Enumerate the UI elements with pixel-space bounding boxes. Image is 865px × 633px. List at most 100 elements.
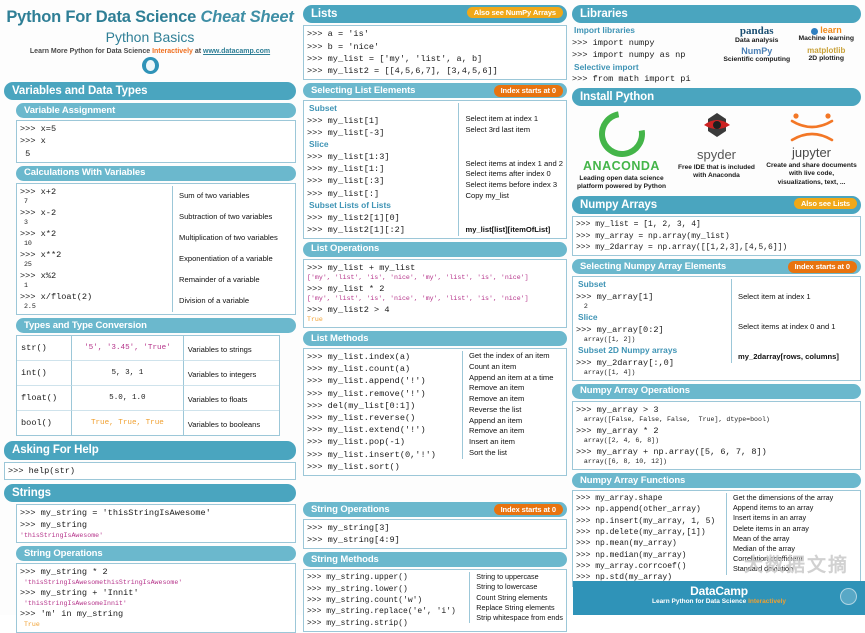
code-output: array([2, 4, 6, 8])	[576, 437, 660, 445]
library-item: matplotlib 2D plotting	[792, 46, 862, 63]
code-line: >>> my_list * 2	[307, 283, 385, 294]
page-title: Python For Data Science Cheat Sheet	[4, 8, 296, 27]
string-operations-label: String Operations	[311, 503, 390, 515]
code-output: 'thisStringIsAwesome'	[20, 531, 104, 539]
calc-code-cell: >>> x*2 10	[20, 228, 172, 249]
install-caption: Free IDE that is included with Anaconda	[678, 163, 755, 180]
item-description: Reverse the list	[469, 404, 522, 414]
section-strings: Strings	[4, 483, 296, 503]
item-description: Remove an item	[469, 394, 525, 404]
subsection-string-operations: String Operations	[16, 546, 296, 562]
code-output: True	[307, 316, 323, 324]
section-numpy-arrays: Numpy Arrays Also see Lists	[572, 196, 861, 215]
table-row: >>> x-2 3 Subtraction of two variables	[20, 206, 292, 228]
matplotlib-logo-icon: matplotlib	[807, 46, 846, 56]
item-description: Select items after index 0	[465, 169, 551, 179]
code-output: 2	[576, 303, 588, 311]
code-line: >>> help(str)	[8, 465, 76, 476]
calc-code-cell: >>> x/float(2) 2.5	[20, 291, 172, 312]
numpy-arrays-code: >>> my_list = [1, 2, 3, 4] >>> my_array …	[572, 216, 861, 257]
numpy-arrays-label: Numpy Arrays	[580, 199, 657, 212]
selecting-list-elements-table: Subset >>> my_list[1] >>> my_list[-3] Sl…	[303, 100, 567, 239]
code-line: >>> x	[20, 136, 46, 147]
code-line: >>> my_list.extend('!')	[307, 425, 426, 436]
code-line: >>> my_array * 2	[576, 425, 659, 436]
code-output: 5	[20, 148, 31, 159]
string-operations-mid-code: >>> my_string[3] >>> my_string[4:9]	[303, 518, 567, 550]
code-line: >>> x*2	[20, 228, 57, 239]
code-line: >>> import numpy as np	[572, 50, 686, 61]
library-caption: Scientific computing	[723, 56, 791, 64]
calc-description: Remainder of a variable	[179, 275, 260, 285]
subsection-selecting-list-elements: Selecting List Elements Index starts at …	[303, 83, 567, 99]
code-line: >>> my_array.shape	[576, 493, 663, 503]
section-asking-for-help: Asking For Help	[4, 441, 296, 460]
right-column: Libraries Import libraries >>> import nu…	[570, 0, 865, 615]
calc-description: Exponentiation of a variable	[179, 254, 273, 264]
string-methods-table: >>> my_string.upper() >>> my_string.lowe…	[303, 569, 567, 632]
type-value-cell: 5.0, 1.0	[72, 386, 184, 412]
code-line: >>> my_string * 2	[20, 567, 108, 578]
code-output: True	[20, 620, 40, 628]
code-line: >>> my_string.replace('e', 'i')	[307, 607, 456, 617]
calc-desc-cell: Division of a variable	[172, 291, 292, 313]
tagline-part-1: Learn More Python for Data Science	[29, 48, 153, 55]
item-description: Insert an item	[469, 437, 516, 447]
tagline-interactively: Interactively	[152, 48, 193, 55]
selecting-desc-col: Select item at index 1 Select 3rd last i…	[458, 103, 563, 236]
subsection-selecting-numpy-array-elements: Selecting Numpy Array Elements Index sta…	[572, 259, 861, 275]
code-line: >>> my_array.corrcoef()	[576, 562, 687, 572]
subsection-list-operations: List Operations	[303, 241, 567, 257]
numpy-logo-icon: NumPy	[741, 46, 773, 57]
footer-brand: DataCamp	[690, 584, 748, 598]
code-output: array([1, 2])	[576, 336, 636, 344]
code-line: >>> my_list.reverse()	[307, 413, 416, 424]
numpy-select-code-col: Subset >>> my_array[1] 2 Slice >>> my_ar…	[576, 279, 731, 378]
libraries-imports: Import libraries >>> import numpy >>> im…	[572, 25, 722, 85]
item-description: Select items at index 0 and 1	[738, 322, 836, 332]
item-description: Remove an item	[469, 383, 525, 393]
table-row: >>> x+2 7 Sum of two variables	[20, 185, 292, 207]
list-methods-table: >>> my_list.index(a) >>> my_list.count(a…	[303, 348, 567, 477]
code-line: >>> my_list = [1, 2, 3, 4]	[576, 220, 701, 230]
item-description: Select item at index 1	[465, 114, 539, 124]
section-lists: Lists Also see NumPy Arrays	[303, 5, 567, 24]
code-line: >>> my_array + np.array([5, 6, 7, 8])	[576, 446, 767, 457]
code-line: >>> x**2	[20, 250, 62, 261]
library-caption: Data analysis	[735, 37, 779, 45]
code-line: >>> my_string[4:9]	[307, 535, 400, 546]
datacamp-badge-icon	[840, 588, 857, 605]
code-output: 'thisStringIsAwesomeInnit'	[20, 599, 127, 607]
item-description: my_2darray[rows, columns]	[738, 351, 839, 361]
type-desc-cell: Variables to booleans	[184, 411, 279, 435]
code-line: >>> my_array = np.array(my_list)	[576, 231, 730, 241]
libraries-logos: pandas Data analysis learn Machine learn…	[722, 25, 861, 85]
selecting-numpy-table: Subset >>> my_array[1] 2 Slice >>> my_ar…	[572, 276, 861, 381]
footer-slogan-text: Learn Python for Data Science	[651, 598, 749, 605]
datacamp-link[interactable]: www.datacamp.com	[203, 48, 270, 55]
index-starts-at-0-pill: Index starts at 0	[493, 504, 563, 516]
code-line: >>> my_list2 > 4	[307, 305, 390, 316]
header-logo-wrap	[4, 57, 296, 79]
jupyter-label: jupyter	[791, 144, 832, 160]
footer-slogan: Learn Python for Data Science Interactiv…	[573, 598, 865, 605]
page-footer: DataCamp Learn Python for Data Science I…	[573, 581, 865, 615]
library-caption: Machine learning	[798, 35, 855, 43]
install-item-anaconda: ANACONDA Leading open data science platf…	[576, 101, 667, 192]
table-row: float() 5.0, 1.0 Variables to floats	[17, 386, 279, 412]
code-output: array([False, False, False, True], dtype…	[576, 416, 770, 423]
calc-code-cell: >>> x%2 1	[20, 270, 172, 291]
code-line: >>> import numpy	[572, 38, 655, 49]
code-line: >>> my_string = 'thisStringIsAwesome'	[20, 507, 292, 519]
lists-code: >>> a = 'is' >>> b = 'nice' >>> my_list …	[303, 25, 567, 81]
table-row: >>> x*2 10 Multiplication of two variabl…	[20, 227, 292, 250]
table-row: >>> my_list.index(a) >>> my_list.count(a…	[307, 351, 563, 473]
code-line: >>> np.mean(my_array)	[576, 539, 677, 549]
library-caption: 2D plotting	[808, 55, 845, 63]
group-heading: Slice	[578, 312, 598, 323]
type-value: 5.0, 1.0	[109, 393, 146, 402]
code-output: 3	[20, 219, 28, 227]
code-output: array([1, 4])	[576, 369, 636, 377]
item-description: Sort the list	[469, 448, 507, 458]
code-line: >>> my_list2 = [[4,5,6,7], [3,4,5,6]]	[307, 65, 498, 76]
